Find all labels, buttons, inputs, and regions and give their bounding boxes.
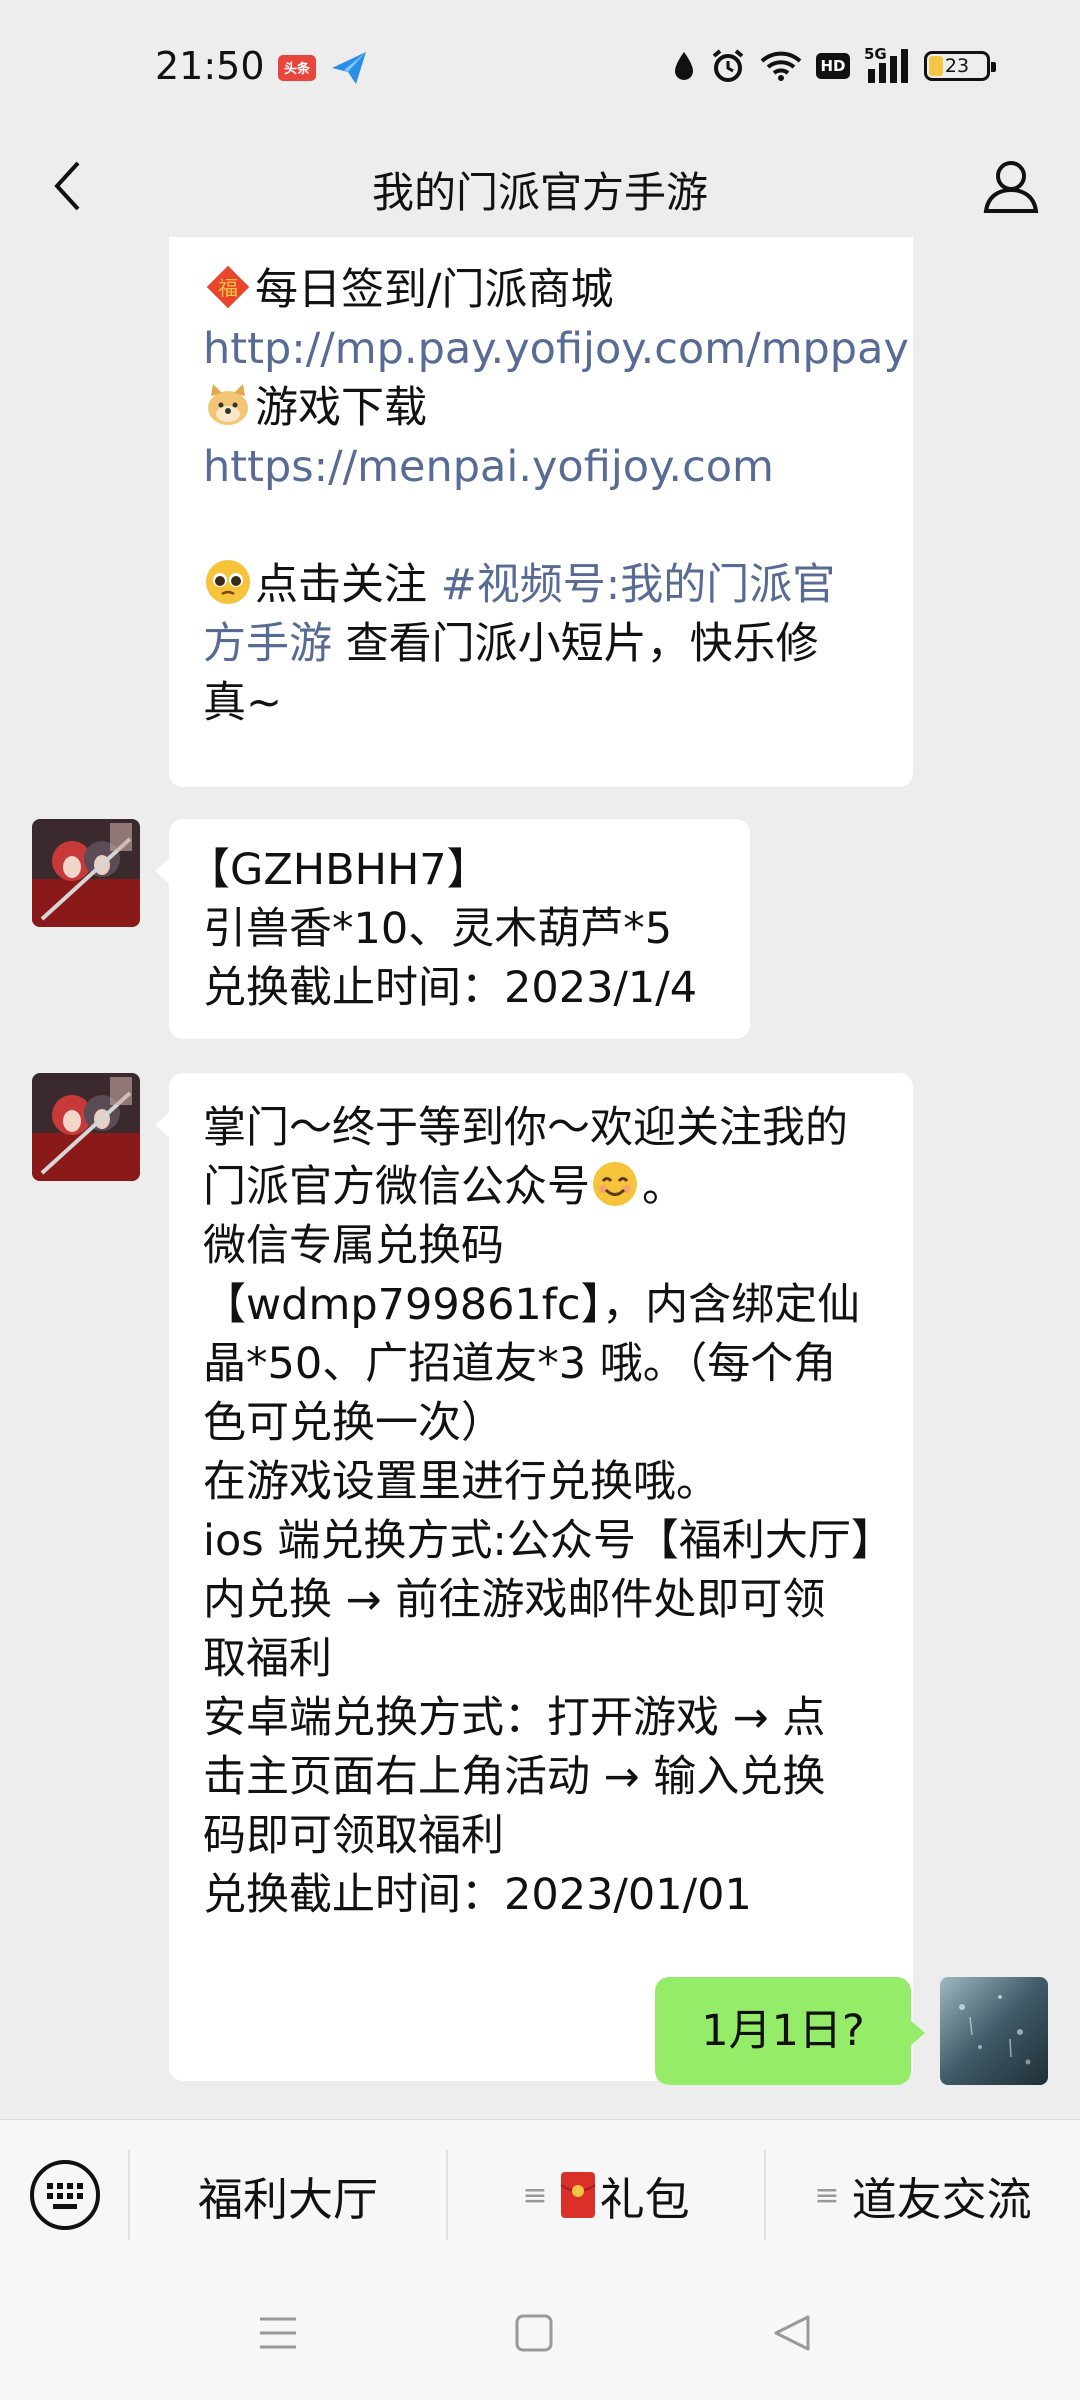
official-account-menu: 福利大厅 ≡ 礼包 ≡ 道友交流 xyxy=(0,2119,1080,2269)
message-line: 【wdmp799861fc】，内含绑定仙 xyxy=(203,1280,861,1330)
self-avatar[interactable] xyxy=(940,1977,1048,2085)
message-line: 取福利 xyxy=(203,1634,332,1684)
title-bar: 我的门派官方手游 xyxy=(0,135,1080,237)
home-button[interactable] xyxy=(504,2303,564,2363)
keyboard-toggle-button[interactable] xyxy=(28,2158,102,2232)
message-line: 晶*50、广招道友*3 哦。（每个角 xyxy=(203,1339,837,1389)
menu-item-label: 道友交流 xyxy=(851,2172,1032,2226)
red-envelope-icon xyxy=(559,2172,596,2218)
welcome-text: 门派官方微信公众号 xyxy=(203,1162,590,1212)
message-line: 福每日签到/门派商城 xyxy=(203,261,879,320)
follow-text: 点击关注 xyxy=(255,560,441,610)
battery-icon: 23 xyxy=(924,51,996,81)
menu-item-label: 福利大厅 xyxy=(197,2172,378,2226)
recent-apps-button[interactable] xyxy=(248,2303,308,2363)
doge-emoji-icon xyxy=(208,384,248,425)
message-line: 微信专属兑换码 xyxy=(203,1221,504,1271)
download-link[interactable]: https://menpai.yofijoy.com xyxy=(203,438,879,497)
avatar[interactable] xyxy=(32,819,140,927)
fortune-emoji-icon: 福 xyxy=(206,265,250,309)
submenu-icon: ≡ xyxy=(814,2177,840,2213)
pay-link[interactable]: http://mp.pay.yofijoy.com/mppay xyxy=(203,320,909,379)
game-avatar-image xyxy=(32,1073,140,1181)
signal-icon: 5G xyxy=(864,45,910,83)
keyboard-icon xyxy=(30,2160,100,2230)
message-line: 【GZHBHH7】 xyxy=(187,845,490,895)
message-line: 兑换截止时间：2023/1/4 xyxy=(203,963,698,1013)
battery-level: 23 xyxy=(944,55,970,77)
welcome-text-end: 。 xyxy=(642,1162,685,1212)
message-line: 掌门～终于等到你～欢迎关注我的 xyxy=(203,1103,848,1153)
channel-link-a[interactable]: #视频号:我的门派官 xyxy=(441,560,836,610)
message-line: 码即可领取福利 xyxy=(203,1811,504,1861)
profile-button[interactable] xyxy=(972,147,1050,225)
message-line: 引兽香*10、灵木葫芦*5 xyxy=(203,904,673,954)
triangle-back-icon xyxy=(774,2315,810,2351)
message-line: 安卓端兑换方式：打开游戏 → 点 xyxy=(203,1693,826,1743)
self-message-text: 1月1日? xyxy=(701,2006,865,2056)
message-line: 门派官方微信公众号 。 xyxy=(203,1158,879,1217)
toutiao-app-icon: 头条 xyxy=(278,55,316,81)
download-text: 游戏下载 xyxy=(255,383,427,433)
system-nav-bar xyxy=(0,2269,1080,2400)
submenu-icon: ≡ xyxy=(522,2177,548,2213)
signal-label: 5G xyxy=(864,45,887,63)
pleading-emoji-icon xyxy=(206,560,250,604)
game-avatar-image xyxy=(32,819,140,927)
status-bar: 21:50 头条 HD 5G 23 xyxy=(0,0,1080,135)
follow-text-post: 查看门派小短片，快乐修 xyxy=(332,619,819,669)
message-line: 在游戏设置里进行兑换哦。 xyxy=(203,1457,719,1507)
person-icon xyxy=(983,161,1039,213)
message-line: 内兑换 → 前往游戏邮件处即可领 xyxy=(203,1575,826,1625)
svg-text:福: 福 xyxy=(218,276,238,300)
message-line: 色可兑换一次） xyxy=(203,1398,504,1448)
page-title: 我的门派官方手游 xyxy=(371,168,708,217)
message-line: 兑换截止时间：2023/01/01 xyxy=(203,1870,752,1920)
message-bubble-links: 福每日签到/门派商城 http://mp.pay.yofijoy.com/mpp… xyxy=(169,237,913,787)
message-line: 击主页面右上角活动 → 输入兑换 xyxy=(203,1752,826,1802)
hd-badge: HD xyxy=(816,53,850,79)
message-line: 点击关注 #视频号:我的门派官 xyxy=(203,556,879,615)
message-bubble-self: 1月1日? xyxy=(655,1977,925,2085)
toutiao-label: 头条 xyxy=(283,62,310,77)
paper-plane-icon xyxy=(330,50,368,86)
chat-area[interactable]: 福每日签到/门派商城 http://mp.pay.yofijoy.com/mpp… xyxy=(0,237,1080,2119)
status-time: 21:50 xyxy=(155,44,265,88)
menu-icon xyxy=(260,2317,296,2349)
message-line: ios 端兑换方式:公众号【福利大厅】 xyxy=(203,1516,894,1566)
smile-emoji-icon xyxy=(593,1162,637,1206)
checkin-text: 每日签到/门派商城 xyxy=(255,265,614,315)
rain-window-avatar-image xyxy=(940,1977,1048,2085)
menu-item-welfare-hall[interactable]: 福利大厅 xyxy=(130,2120,446,2270)
message-bubble-code: 【GZHBHH7】 引兽香*10、灵木葫芦*5 兑换截止时间：2023/1/4 xyxy=(155,819,750,1039)
follow-text-end: 真~ xyxy=(203,678,283,728)
message-line: 游戏下载 xyxy=(203,379,879,438)
square-icon xyxy=(515,2314,553,2352)
message-bubble-welcome: 掌门～终于等到你～欢迎关注我的 门派官方微信公众号 。 微信专属兑换码 【wdmp… xyxy=(155,1073,913,2081)
menu-item-gift-pack[interactable]: ≡ 礼包 xyxy=(448,2120,764,2270)
alarm-icon xyxy=(712,49,744,82)
status-icons: HD 5G 23 xyxy=(672,45,996,86)
wifi-icon xyxy=(760,51,802,81)
menu-item-label: 礼包 xyxy=(599,2172,690,2226)
message-line: 方手游 查看门派小短片，快乐修 xyxy=(203,615,879,674)
avatar[interactable] xyxy=(32,1073,140,1181)
back-nav-button[interactable] xyxy=(762,2303,822,2363)
menu-item-friends[interactable]: ≡ 道友交流 xyxy=(766,2120,1080,2270)
channel-link-b[interactable]: 方手游 xyxy=(203,619,332,669)
drop-icon xyxy=(675,52,693,80)
